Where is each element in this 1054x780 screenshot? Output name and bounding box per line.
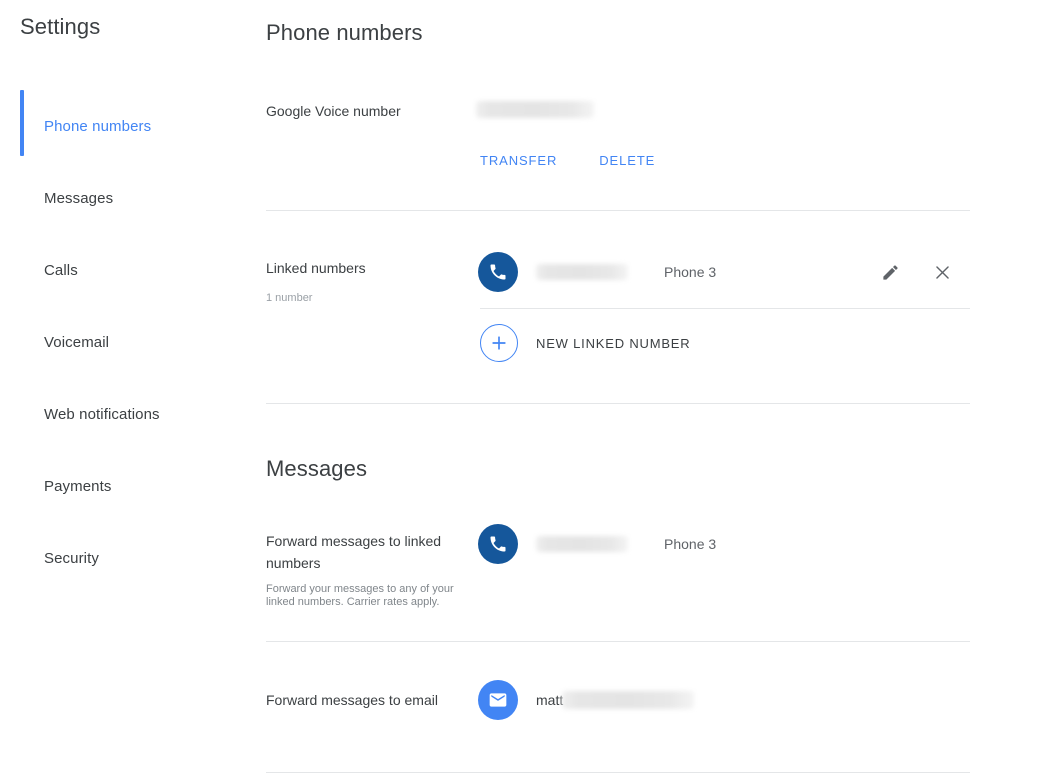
- forward-to-linked-number-redacted: [536, 536, 628, 552]
- sidebar-item-security[interactable]: Security: [0, 522, 264, 594]
- sidebar-item-label: Security: [44, 549, 99, 567]
- settings-sidebar: Settings Phone numbers Messages Calls Vo…: [0, 0, 264, 780]
- settings-page: Settings Phone numbers Messages Calls Vo…: [0, 0, 1054, 780]
- page-title: Phone numbers: [266, 20, 423, 45]
- sidebar-item-messages[interactable]: Messages: [0, 162, 264, 234]
- sidebar-item-label: Web notifications: [44, 405, 160, 423]
- sidebar-item-label: Voicemail: [44, 333, 110, 351]
- sidebar-item-label: Payments: [44, 477, 112, 495]
- forward-to-linked-description: Forward your messages to any of your lin…: [266, 583, 454, 608]
- settings-title: Settings: [20, 14, 101, 39]
- settings-main: Phone numbers Google Voice number TRANSF…: [264, 0, 1054, 780]
- divider: [480, 308, 970, 309]
- google-voice-number-value-redacted: [476, 101, 594, 119]
- phone-icon: [478, 524, 518, 564]
- forward-to-email-entry: matt: [478, 680, 968, 720]
- close-icon[interactable]: [930, 260, 954, 284]
- divider: [266, 210, 970, 211]
- pencil-icon[interactable]: [878, 260, 902, 284]
- sidebar-item-label: Calls: [44, 261, 78, 279]
- linked-number-name: Phone 3: [664, 264, 717, 280]
- delete-button[interactable]: DELETE: [599, 153, 655, 168]
- linked-numbers-count: 1 number: [266, 292, 313, 304]
- sidebar-item-payments[interactable]: Payments: [0, 450, 264, 522]
- active-indicator-bar: [20, 90, 24, 156]
- forward-to-email-address-visible: matt: [536, 692, 564, 708]
- sidebar-item-label: Messages: [44, 189, 114, 207]
- linked-number-value-redacted: [536, 264, 628, 280]
- new-linked-number-button[interactable]: NEW LINKED NUMBER: [480, 324, 690, 362]
- linked-number-row: Phone 3: [478, 252, 968, 292]
- forward-to-linked-entry: Phone 3: [478, 524, 968, 564]
- forward-to-linked-number-name: Phone 3: [664, 536, 717, 552]
- new-linked-number-label: NEW LINKED NUMBER: [536, 335, 691, 351]
- forward-to-email-address-redacted: [562, 691, 695, 709]
- divider: [266, 641, 970, 642]
- messages-section-title: Messages: [266, 456, 368, 481]
- mail-icon: [478, 680, 518, 720]
- forward-to-email-label: Forward messages to email: [266, 692, 438, 708]
- divider: [266, 403, 970, 404]
- sidebar-item-label: Phone numbers: [44, 117, 152, 135]
- phone-icon: [478, 252, 518, 292]
- settings-nav: Phone numbers Messages Calls Voicemail W…: [0, 90, 264, 594]
- google-voice-actions: TRANSFER DELETE: [480, 153, 655, 168]
- forward-to-linked-label: Forward messages to linked numbers: [266, 533, 442, 571]
- sidebar-item-calls[interactable]: Calls: [0, 234, 264, 306]
- google-voice-number-label: Google Voice number: [266, 103, 401, 119]
- transfer-button[interactable]: TRANSFER: [480, 153, 557, 168]
- sidebar-item-phone-numbers[interactable]: Phone numbers: [0, 90, 264, 162]
- plus-icon: [480, 324, 518, 362]
- sidebar-item-voicemail[interactable]: Voicemail: [0, 306, 264, 378]
- sidebar-item-web-notifications[interactable]: Web notifications: [0, 378, 264, 450]
- divider: [266, 772, 970, 773]
- linked-numbers-label: Linked numbers: [266, 260, 366, 276]
